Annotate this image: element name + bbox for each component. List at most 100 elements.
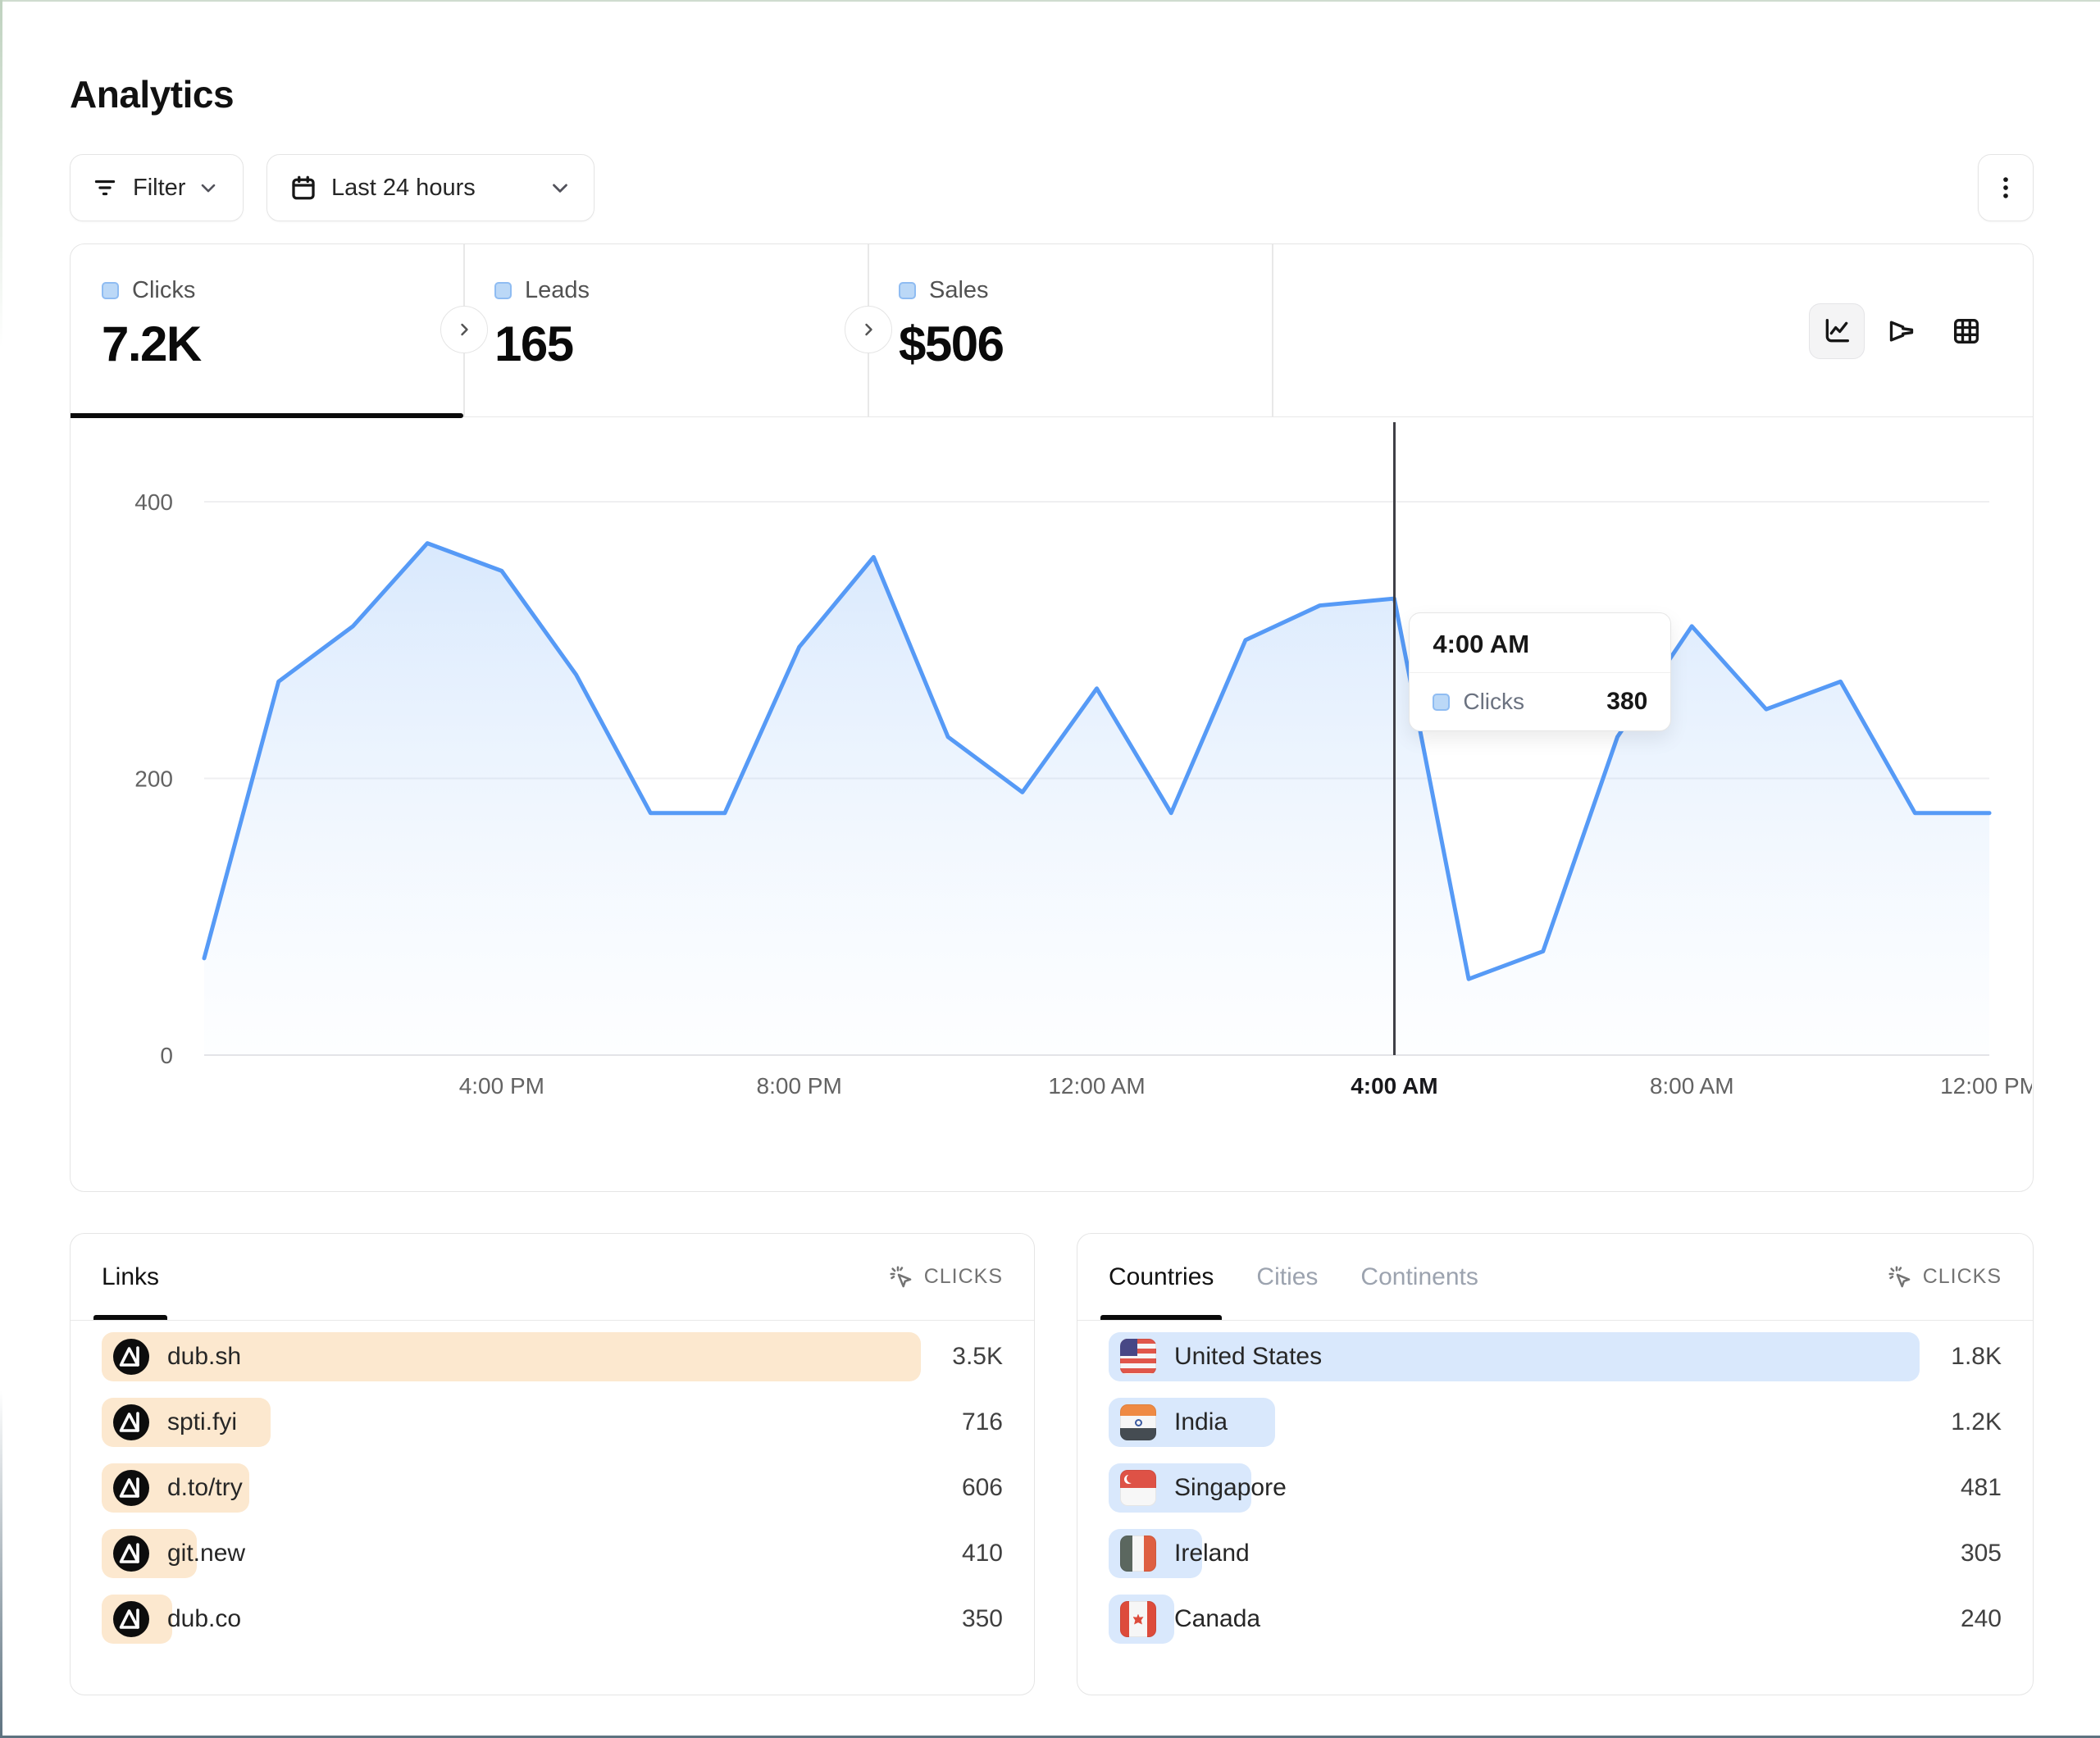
link-label: git.new — [167, 1540, 245, 1567]
leads-tab-label: Leads — [525, 277, 590, 304]
dub-logo-icon — [113, 1536, 149, 1572]
links-rows: dub.sh3.5K spti.fyi 716 d.to/try606 git.new 4… — [71, 1321, 1034, 1644]
link-clicks-value: 350 — [962, 1605, 1003, 1633]
line-chart-view-button[interactable] — [1809, 303, 1865, 359]
country-label: United States — [1174, 1343, 1322, 1371]
us-flag-icon — [1120, 1339, 1156, 1375]
area-fill — [204, 544, 1989, 1055]
country-label: Singapore — [1174, 1474, 1287, 1502]
funnel-chart-view-button[interactable] — [1874, 303, 1929, 359]
link-row[interactable]: spti.fyi 716 — [102, 1398, 1003, 1447]
analytics-page: Analytics Filter Last 24 hours — [70, 0, 2034, 1695]
date-range-button[interactable]: Last 24 hours — [266, 154, 594, 221]
x-axis-tick: 8:00 PM — [757, 1073, 842, 1099]
link-row[interactable]: git.new 410 — [102, 1529, 1003, 1578]
chevron-down-icon — [548, 175, 572, 200]
link-label: dub.sh — [167, 1343, 241, 1371]
country-clicks-value: 481 — [1961, 1474, 2002, 1502]
dub-logo-icon — [113, 1601, 149, 1637]
link-row[interactable]: dub.co 350 — [102, 1595, 1003, 1644]
chevron-down-icon — [197, 176, 220, 199]
link-label: spti.fyi — [167, 1408, 237, 1436]
sales-tab-label: Sales — [929, 277, 989, 304]
tab-leads[interactable]: Leads 165 — [463, 244, 868, 416]
clicks-time-series-chart[interactable]: 400 200 0 4:00 PM 8:00 PM 12:00 AM 4:00 AM 8:00… — [71, 417, 2033, 1192]
countries-clicks-sort-selector[interactable]: CLICKS — [1887, 1264, 2002, 1290]
x-axis-tick: 12:00 AM — [1048, 1073, 1145, 1099]
dub-logo-icon — [113, 1470, 149, 1506]
x-axis-tick: 8:00 AM — [1650, 1073, 1734, 1099]
tab-sales[interactable]: Sales $506 — [868, 244, 1272, 416]
metric-expand-chevron-button[interactable] — [845, 306, 892, 353]
link-row[interactable]: dub.sh3.5K — [102, 1332, 1003, 1381]
table-view-button[interactable] — [1938, 303, 1994, 359]
x-axis-tick: 4:00 AM — [1351, 1073, 1437, 1099]
tab-divider — [1272, 244, 1273, 416]
country-row[interactable]: Ireland 305 — [1109, 1529, 2002, 1578]
filter-button-label: Filter — [133, 175, 185, 202]
tab-links[interactable]: Links — [102, 1234, 159, 1320]
x-axis-tick: 12:00 PM — [1940, 1073, 2032, 1099]
filter-button[interactable]: Filter — [70, 154, 244, 221]
ie-flag-icon — [1120, 1536, 1156, 1572]
metric-tabs: Clicks 7.2K Leads 165 Sales $506 — [71, 244, 2033, 417]
link-row[interactable]: d.to/try606 — [102, 1463, 1003, 1513]
countries-rows: United States 1.8K India1.2K Singapore 481 Ir… — [1077, 1321, 2033, 1644]
chart-type-switcher — [1809, 303, 1994, 359]
sg-flag-icon — [1120, 1470, 1156, 1506]
country-clicks-value: 305 — [1961, 1540, 2002, 1567]
tab-continents[interactable]: Continents — [1360, 1234, 1478, 1320]
link-label: d.to/try — [167, 1474, 243, 1502]
metric-expand-chevron-button[interactable] — [440, 306, 488, 353]
countries-metric-label: CLICKS — [1923, 1265, 2002, 1289]
tab-clicks[interactable]: Clicks 7.2K — [71, 244, 463, 416]
x-axis-tick: 4:00 PM — [459, 1073, 544, 1099]
kebab-menu-icon — [1992, 174, 2020, 202]
clicks-tab-label: Clicks — [132, 277, 195, 304]
country-row[interactable]: Canada240 — [1109, 1595, 2002, 1644]
window-left-edge — [0, 0, 2, 1738]
page-title: Analytics — [70, 72, 2034, 116]
country-label: Canada — [1174, 1605, 1260, 1633]
tooltip-legend-swatch — [1433, 694, 1450, 711]
link-clicks-value: 716 — [962, 1408, 1003, 1436]
tooltip-value: 380 — [1606, 688, 1647, 716]
tab-cities[interactable]: Cities — [1256, 1234, 1318, 1320]
tab-countries[interactable]: Countries — [1109, 1234, 1214, 1320]
leads-legend-swatch — [494, 282, 512, 299]
funnel-chart-icon — [1885, 315, 1918, 348]
links-clicks-sort-selector[interactable]: CLICKS — [888, 1264, 1003, 1290]
date-range-label: Last 24 hours — [331, 175, 476, 202]
country-clicks-value: 1.8K — [1951, 1343, 2002, 1371]
link-label: dub.co — [167, 1605, 241, 1633]
country-clicks-value: 1.2K — [1951, 1408, 2002, 1436]
window-top-edge — [0, 0, 2100, 2]
links-metric-label: CLICKS — [924, 1265, 1003, 1289]
country-row[interactable]: India1.2K — [1109, 1398, 2002, 1447]
y-axis-tick: 0 — [160, 1043, 173, 1068]
leads-tab-value: 165 — [494, 316, 868, 372]
country-row[interactable]: Singapore 481 — [1109, 1463, 2002, 1513]
countries-card: Countries Cities Continents CLICKS Unite… — [1077, 1233, 2034, 1695]
more-options-button[interactable] — [1978, 154, 2034, 221]
link-clicks-value: 410 — [962, 1540, 1003, 1567]
analytics-chart-card: Clicks 7.2K Leads 165 Sales $506 — [70, 243, 2034, 1192]
country-row[interactable]: United States 1.8K — [1109, 1332, 2002, 1381]
dub-logo-icon — [113, 1404, 149, 1440]
calendar-icon — [289, 173, 318, 202]
dub-logo-icon — [113, 1339, 149, 1375]
area-chart-svg: 400 200 0 4:00 PM 8:00 PM 12:00 AM 4:00 AM 8:00… — [71, 417, 2032, 1192]
country-label: Ireland — [1174, 1540, 1250, 1567]
line-chart-icon — [1820, 315, 1853, 348]
y-axis-tick: 200 — [134, 767, 173, 792]
in-flag-icon — [1120, 1404, 1156, 1440]
clicks-legend-swatch — [102, 282, 119, 299]
toolbar: Filter Last 24 hours — [70, 154, 2034, 221]
sales-tab-value: $506 — [899, 316, 1272, 372]
breakdown-cards: Links CLICKS dub.sh3.5K spti.fyi 716 d.to/t… — [70, 1233, 2034, 1695]
y-axis-tick: 400 — [134, 489, 173, 515]
chart-tooltip: 4:00 AM Clicks 380 — [1409, 612, 1671, 731]
clicks-tab-value: 7.2K — [102, 316, 463, 372]
cursor-click-icon — [888, 1264, 914, 1290]
tooltip-series-label: Clicks — [1463, 689, 1524, 715]
